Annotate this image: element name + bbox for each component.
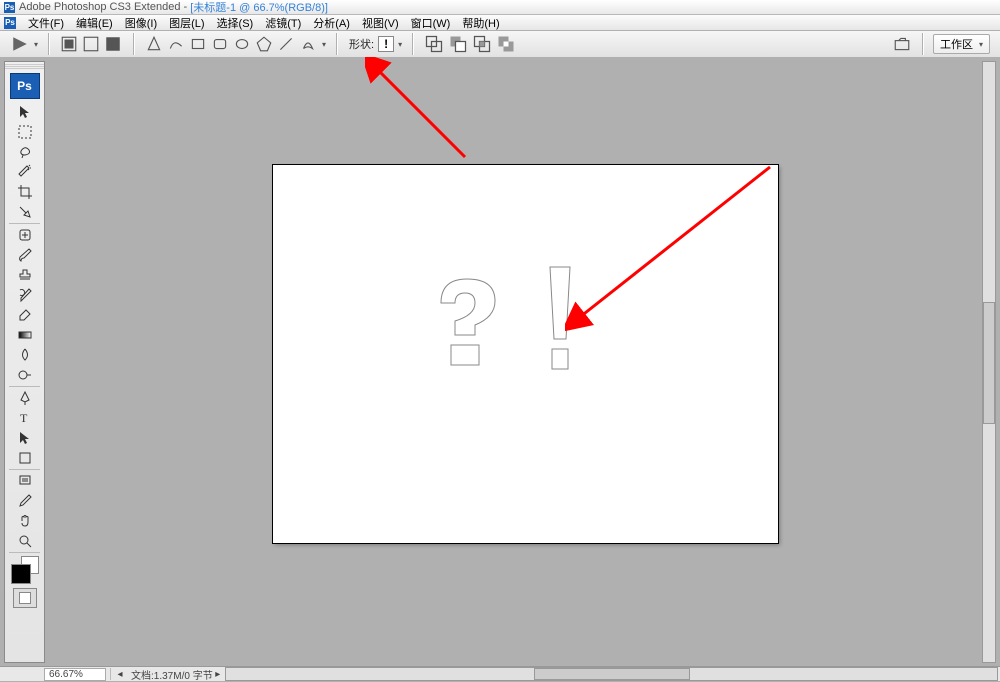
shape-layer-mode[interactable] [59,34,79,54]
document-canvas[interactable] [273,165,778,543]
ps-logo-icon[interactable]: Ps [10,73,40,99]
color-swatches[interactable] [11,556,39,584]
shape-mode-group [55,34,127,54]
chevron-down-icon[interactable]: ▾ [396,40,402,49]
pen-shape-icon[interactable] [144,34,164,54]
go-to-bridge-icon[interactable] [892,34,912,54]
history-brush-tool[interactable] [11,285,39,305]
menu-filter[interactable]: 滤镜(T) [259,14,307,32]
question-mark-shape [423,273,509,373]
path-op-group [419,34,521,54]
quickmask-toggle[interactable] [13,588,37,608]
status-bar: 66.67% ◂ 文档:1.37M/0 字节 ▸ [0,666,1000,681]
svg-text:T: T [20,411,28,425]
ellipse-shape-icon[interactable] [232,34,252,54]
status-left-arrow-icon[interactable]: ◂ [115,669,125,680]
slice-tool[interactable] [11,202,39,222]
wand-tool[interactable] [11,162,39,182]
menu-bar: Ps 文件(F) 编辑(E) 图像(I) 图层(L) 选择(S) 滤镜(T) 分… [0,15,1000,31]
menu-select[interactable]: 选择(S) [211,14,260,32]
healing-tool[interactable] [11,225,39,245]
line-shape-icon[interactable] [276,34,296,54]
exclamation-mark-shape [546,265,574,375]
polygon-shape-icon[interactable] [254,34,274,54]
document-info: 文档:1.37M/0 字节 [125,667,213,682]
tool-preset-picker[interactable] [10,34,30,54]
path-mode[interactable] [81,34,101,54]
app-title: Adobe Photoshop CS3 Extended [19,1,180,13]
status-right-arrow-icon[interactable]: ▸ [213,669,223,680]
main-area: Ps T [0,57,1000,667]
workspace-label: 工作区 [940,36,973,52]
blur-tool[interactable] [11,345,39,365]
move-tool[interactable] [11,102,39,122]
dodge-tool[interactable] [11,365,39,385]
chevron-down-icon[interactable]: ▾ [32,40,38,49]
foreground-color-swatch[interactable] [11,564,31,584]
shape-label: 形状: [347,36,376,52]
add-to-shape-icon[interactable] [423,34,445,54]
menu-analyze[interactable]: 分析(A) [307,14,356,32]
custom-shape-icon[interactable] [298,34,318,54]
path-select-tool[interactable] [11,428,39,448]
subtract-from-shape-icon[interactable] [447,34,469,54]
shape-swatch[interactable]: ! [378,36,394,52]
zoom-tool[interactable] [11,531,39,551]
gradient-tool[interactable] [11,325,39,345]
menu-edit[interactable]: 编辑(E) [70,14,119,32]
ps-menu-icon[interactable]: Ps [4,17,16,29]
hand-tool[interactable] [11,511,39,531]
crop-tool[interactable] [11,182,39,202]
tools-panel: Ps T [4,61,45,663]
chevron-down-icon[interactable]: ▾ [320,40,326,49]
options-bar: ▾ ▾ 形状: ! ▾ 工作区 ▾ [0,31,1000,58]
type-tool[interactable]: T [11,408,39,428]
stamp-tool[interactable] [11,265,39,285]
shape-tool[interactable] [11,448,39,468]
workspace-picker[interactable]: 工作区 ▾ [933,34,990,54]
menu-window[interactable]: 窗口(W) [405,14,457,32]
marquee-tool[interactable] [11,122,39,142]
fill-pixel-mode[interactable] [103,34,123,54]
eraser-tool[interactable] [11,305,39,325]
zoom-field[interactable]: 66.67% [44,668,106,681]
lasso-tool[interactable] [11,142,39,162]
app-icon: Ps [4,2,15,13]
rounded-rect-shape-icon[interactable] [210,34,230,54]
eyedropper-tool[interactable] [11,491,39,511]
freeform-pen-icon[interactable] [166,34,186,54]
annotation-arrow-top [365,57,485,177]
shape-tools-group: ▾ [140,34,330,54]
canvas-area[interactable] [45,57,1000,667]
menu-help[interactable]: 帮助(H) [456,14,505,32]
chevron-down-icon: ▾ [977,40,983,49]
menu-image[interactable]: 图像(I) [119,14,163,32]
menu-file[interactable]: 文件(F) [22,14,70,32]
rectangle-shape-icon[interactable] [188,34,208,54]
notes-tool[interactable] [11,471,39,491]
panel-grabber[interactable] [5,64,44,70]
exclude-shape-icon[interactable] [495,34,517,54]
menu-layer[interactable]: 图层(L) [163,14,210,32]
brush-tool[interactable] [11,245,39,265]
menu-view[interactable]: 视图(V) [356,14,405,32]
shape-picker: 形状: ! ▾ [343,36,406,52]
horizontal-scrollbar[interactable] [225,667,998,681]
intersect-shape-icon[interactable] [471,34,493,54]
pen-tool[interactable] [11,388,39,408]
vertical-scrollbar[interactable] [982,61,996,663]
